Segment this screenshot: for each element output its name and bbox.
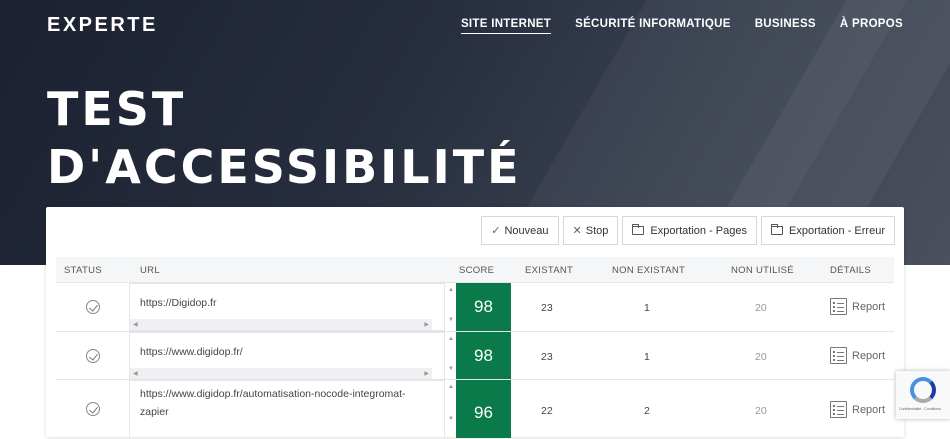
stop-button-label: Stop [585, 224, 609, 237]
recaptcha-badge[interactable]: Confidentialité - Conditions [896, 371, 950, 419]
url-text: https://www.digidop.fr/automatisation-no… [140, 388, 406, 418]
url-cell[interactable]: https://www.digidop.fr/automatisation-no… [129, 380, 454, 438]
score-badge: 96 [456, 380, 511, 438]
url-text: https://Digidop.fr [140, 297, 217, 309]
url-cell[interactable]: https://Digidop.fr ▲ ▼ ◀ ▶ [129, 283, 454, 331]
export-errors-button[interactable]: Exportation - Erreur [761, 216, 895, 245]
header-not-existing[interactable]: NON EXISTANT [612, 265, 685, 276]
report-link[interactable]: Report [830, 298, 885, 315]
existing-count: 22 [541, 405, 553, 417]
recaptcha-text[interactable]: Confidentialité - Conditions [899, 407, 941, 411]
unused-count: 20 [755, 351, 767, 363]
vertical-scrollbar[interactable]: ▲ ▼ [446, 333, 456, 381]
vertical-scrollbar[interactable]: ▲ ▼ [446, 381, 456, 439]
results-card: ✓ Nouveau ✕ Stop Exportation - Pages Exp… [46, 207, 904, 438]
header-details[interactable]: DÉTAILS [830, 265, 871, 276]
status-check-icon [86, 349, 100, 363]
export-pages-label: Exportation - Pages [650, 224, 748, 237]
header-existing[interactable]: EXISTANT [525, 265, 573, 276]
nav-item-securite[interactable]: SÉCURITÉ INFORMATIQUE [575, 18, 731, 34]
report-link[interactable]: Report [830, 401, 885, 418]
url-cell[interactable]: https://www.digidop.fr/ ▲ ▼ ◀ ▶ [129, 332, 454, 380]
header-score[interactable]: SCORE [459, 265, 494, 276]
folder-icon [632, 224, 645, 235]
folder-icon [771, 224, 784, 235]
header-url[interactable]: URL [140, 265, 160, 276]
report-label: Report [852, 403, 886, 416]
export-pages-button[interactable]: Exportation - Pages [622, 216, 758, 245]
stop-button[interactable]: ✕ Stop [562, 216, 619, 245]
main-nav: SITE INTERNET SÉCURITÉ INFORMATIQUE BUSI… [460, 18, 903, 34]
horizontal-scrollbar[interactable]: ◀ ▶ [130, 368, 432, 379]
not-existing-count: 1 [644, 351, 650, 363]
site-logo[interactable]: EXPERTE [47, 14, 158, 37]
table-row: https://Digidop.fr ▲ ▼ ◀ ▶ 98 23 1 20 Repo… [56, 282, 894, 331]
new-button[interactable]: ✓ Nouveau [481, 216, 559, 245]
check-icon: ✓ [491, 225, 501, 237]
horizontal-scrollbar[interactable]: ◀ ▶ [130, 319, 432, 330]
status-check-icon [86, 402, 100, 416]
header-status[interactable]: STATUS [64, 265, 102, 276]
report-icon [830, 347, 847, 364]
nav-item-business[interactable]: BUSINESS [755, 18, 816, 34]
toolbar: ✓ Nouveau ✕ Stop Exportation - Pages Exp… [481, 216, 895, 245]
unused-count: 20 [755, 405, 767, 417]
page-title: TEST D'ACCESSIBILITÉ [47, 80, 522, 196]
nav-item-site-internet[interactable]: SITE INTERNET [460, 18, 552, 34]
report-link[interactable]: Report [830, 347, 885, 364]
page-title-line2: D'ACCESSIBILITÉ [47, 140, 522, 194]
score-badge: 98 [456, 283, 511, 331]
header-unused[interactable]: NON UTILISÉ [731, 265, 794, 276]
report-icon [830, 298, 847, 315]
recaptcha-icon [910, 377, 936, 403]
new-button-label: Nouveau [504, 224, 549, 237]
table-header: STATUS URL SCORE EXISTANT NON EXISTANT N… [56, 257, 894, 282]
page-title-line1: TEST [47, 82, 187, 136]
url-text: https://www.digidop.fr/ [140, 346, 243, 358]
close-icon: ✕ [572, 225, 582, 237]
existing-count: 23 [541, 351, 553, 363]
report-label: Report [852, 349, 886, 362]
export-errors-label: Exportation - Erreur [789, 224, 885, 237]
table-row: https://www.digidop.fr/ ▲ ▼ ◀ ▶ 98 23 1 20… [56, 331, 894, 380]
score-badge: 98 [456, 332, 511, 380]
status-check-icon [86, 300, 100, 314]
not-existing-count: 2 [644, 405, 650, 417]
report-label: Report [852, 300, 886, 313]
table-row: https://www.digidop.fr/automatisation-no… [56, 379, 894, 438]
vertical-scrollbar[interactable]: ▲ ▼ [446, 284, 456, 332]
not-existing-count: 1 [644, 302, 650, 314]
report-icon [830, 401, 847, 418]
nav-item-a-propos[interactable]: À PROPOS [840, 18, 903, 34]
existing-count: 23 [541, 302, 553, 314]
unused-count: 20 [755, 302, 767, 314]
